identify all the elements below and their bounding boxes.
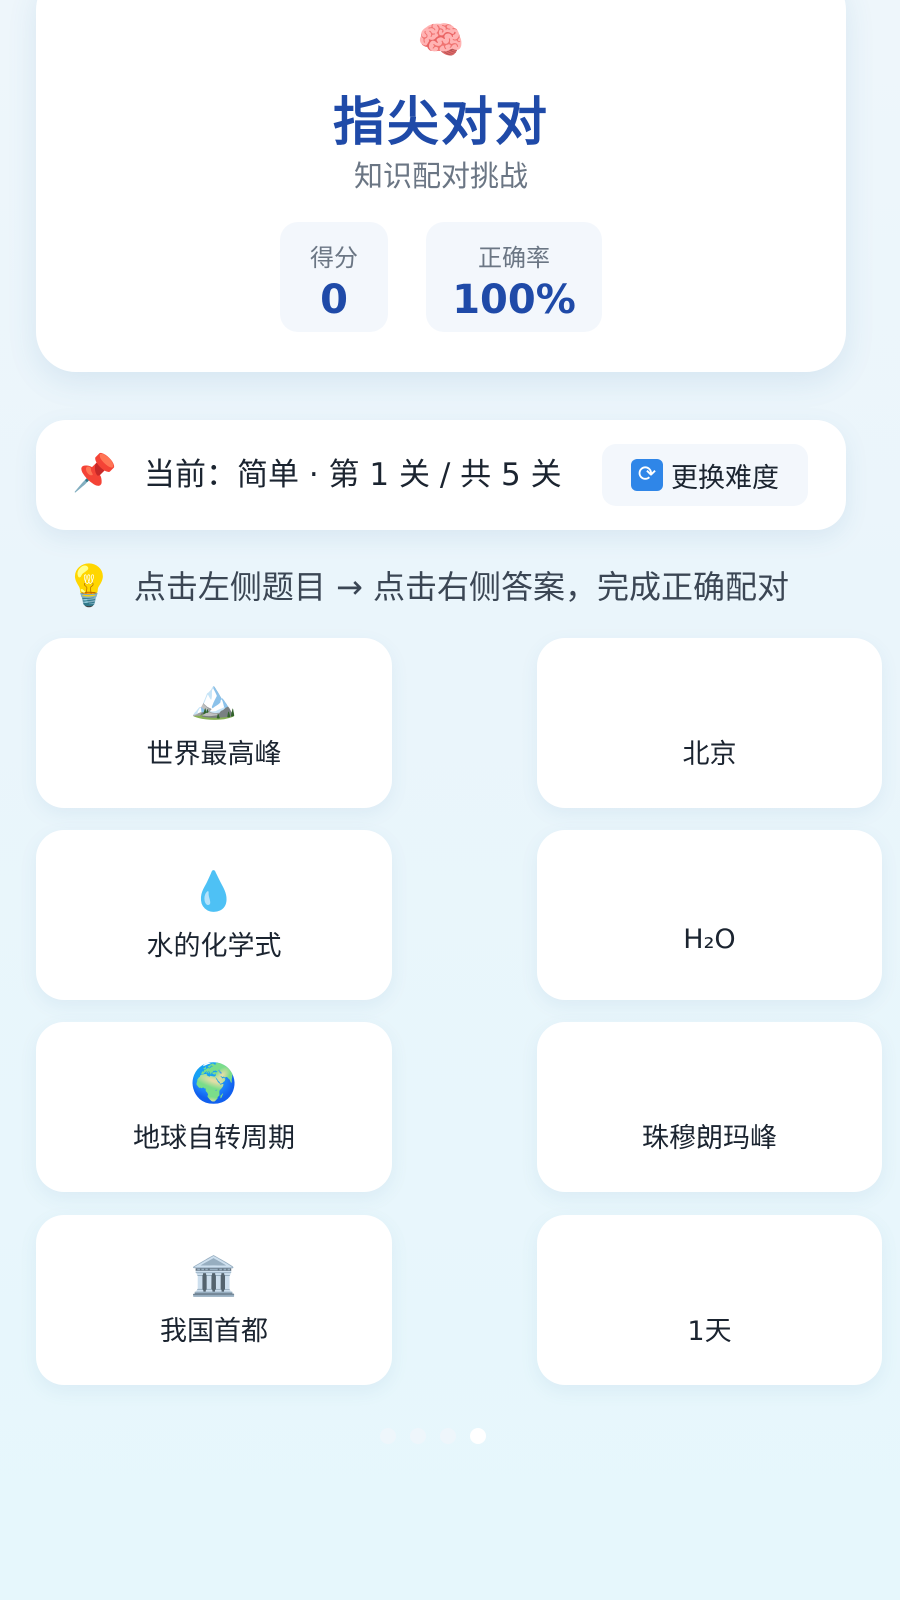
score-value: 0 [320, 277, 348, 323]
answer-card[interactable]: 1天 [537, 1215, 882, 1385]
level-status-text: 当前：简单 · 第 1 关 / 共 5 关 [144, 457, 562, 493]
pin-icon: 📌 [72, 453, 117, 494]
pagination-dot[interactable] [440, 1428, 456, 1444]
accuracy-label: 正确率 [478, 244, 550, 272]
hint-text: 点击左侧题目 → 点击右侧答案，完成正确配对 [133, 568, 789, 606]
score-label: 得分 [310, 244, 358, 272]
answer-text: 1天 [687, 1316, 732, 1347]
pagination-dot-active[interactable] [470, 1428, 486, 1444]
answer-card[interactable]: H₂O [537, 830, 882, 1000]
question-text: 水的化学式 [146, 931, 282, 962]
brain-icon: 🧠 [417, 18, 465, 62]
lightbulb-icon: 💡 [64, 562, 114, 609]
app-subtitle: 知识配对挑战 [353, 159, 528, 193]
accuracy-value: 100% [452, 277, 576, 323]
question-text: 我国首都 [160, 1316, 268, 1347]
pagination-dots [380, 1428, 486, 1444]
answer-text: 珠穆朗玛峰 [642, 1123, 777, 1154]
hint-row: 💡 点击左侧题目 → 点击右侧答案，完成正确配对 [64, 560, 789, 610]
question-card[interactable]: 💧 水的化学式 [36, 830, 392, 1000]
pagination-dot[interactable] [410, 1428, 426, 1444]
refresh-icon: ⟳ [631, 459, 663, 491]
answer-text: 北京 [682, 739, 737, 770]
droplet-icon: 💧 [190, 869, 238, 913]
change-difficulty-label: 更换难度 [671, 462, 779, 494]
score-stat: 得分 0 [280, 222, 388, 332]
building-icon: 🏛️ [190, 1254, 238, 1298]
question-text: 地球自转周期 [133, 1123, 295, 1154]
pagination-dot[interactable] [380, 1428, 396, 1444]
change-difficulty-button[interactable]: ⟳ 更换难度 [602, 444, 808, 506]
question-card[interactable]: 🏔️ 世界最高峰 [36, 638, 392, 808]
answer-card[interactable]: 珠穆朗玛峰 [537, 1022, 882, 1192]
app-title: 指尖对对 [332, 93, 549, 153]
level-bar: 📌 当前：简单 · 第 1 关 / 共 5 关 ⟳ 更换难度 [36, 420, 846, 530]
answer-text: H₂O [683, 924, 736, 955]
header-card: 🧠 指尖对对 知识配对挑战 得分 0 正确率 100% [36, 0, 846, 372]
globe-icon: 🌍 [190, 1061, 238, 1105]
answer-card[interactable]: 北京 [537, 638, 882, 808]
question-card[interactable]: 🌍 地球自转周期 [36, 1022, 392, 1192]
mountain-icon: 🏔️ [190, 677, 238, 721]
question-text: 世界最高峰 [146, 739, 282, 770]
accuracy-stat: 正确率 100% [426, 222, 602, 332]
question-card[interactable]: 🏛️ 我国首都 [36, 1215, 392, 1385]
